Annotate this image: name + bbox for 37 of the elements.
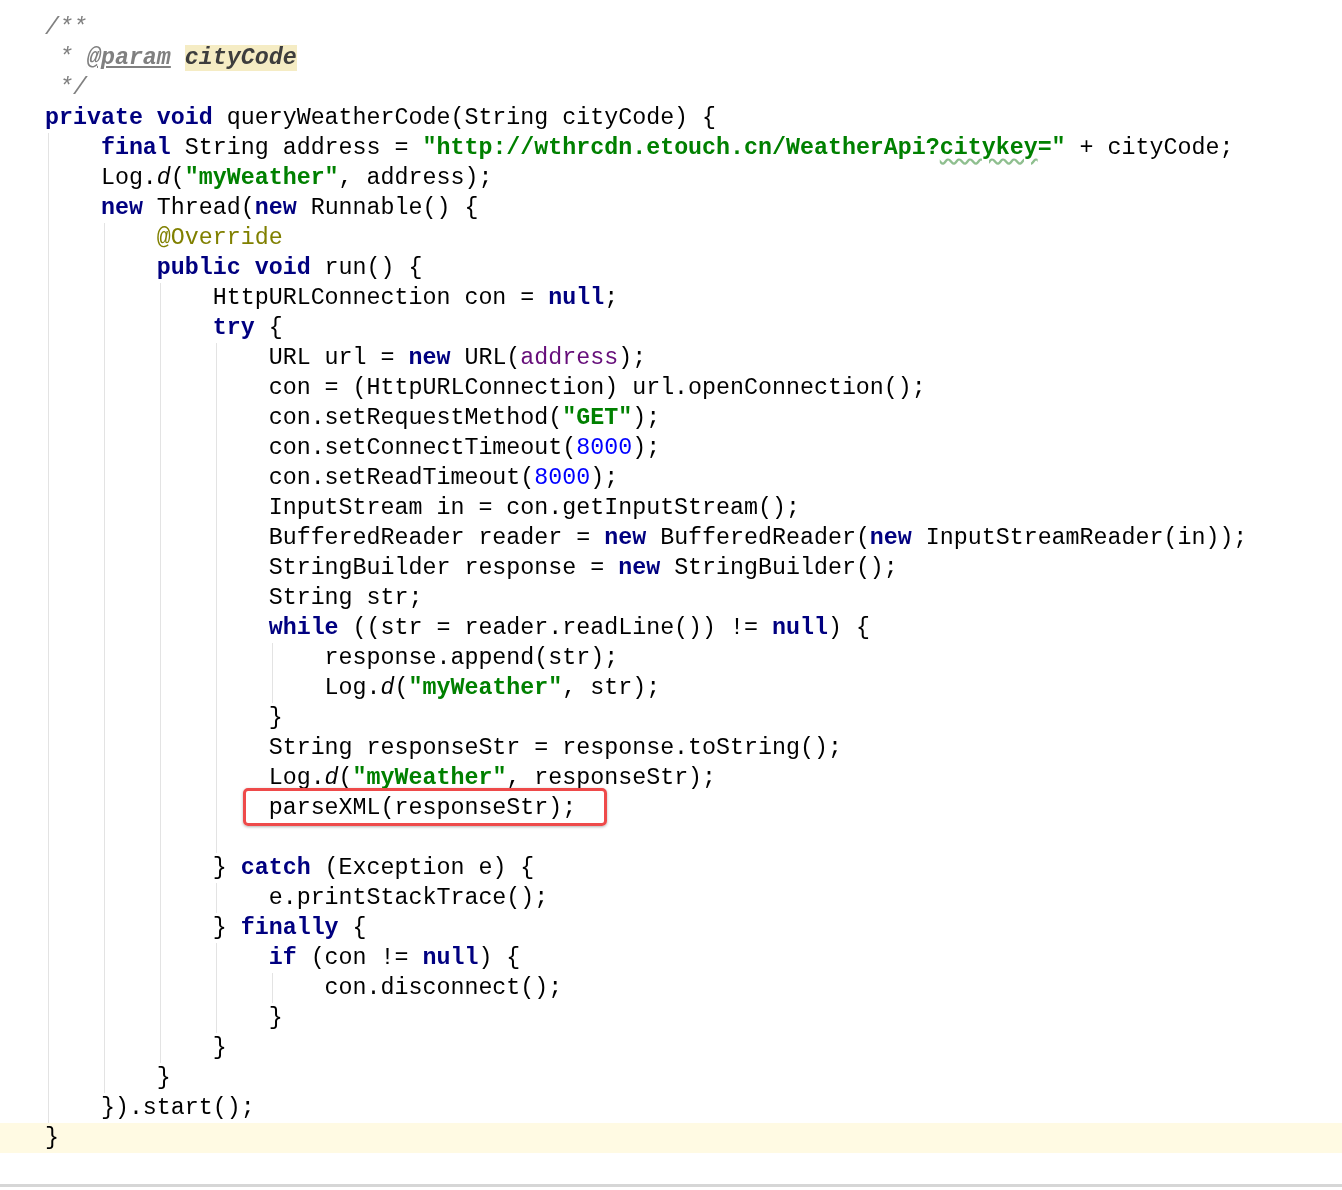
- code-line: URL url = new URL(address);: [267, 345, 647, 371]
- code-line: con = (HttpURLConnection) url.openConnection();: [267, 375, 926, 401]
- code-line: }).start();: [99, 1095, 255, 1121]
- code-line: String str;: [267, 585, 423, 611]
- code-line: @Override: [155, 225, 283, 251]
- code-line: InputStream in = con.getInputStream();: [267, 495, 800, 521]
- code-line: */: [57, 75, 87, 101]
- code-line: Log.d("myWeather", str);: [323, 675, 661, 701]
- code-line: con.setReadTimeout(8000);: [267, 465, 619, 491]
- code-line: StringBuilder response = new StringBuilder();: [267, 555, 898, 581]
- code-line: response.append(str);: [323, 645, 619, 671]
- code-line: } catch (Exception e) {: [211, 855, 535, 881]
- code-line: private void queryWeatherCode(String cityCode) {: [45, 105, 717, 131]
- code-line: final String address = "http://wthrcdn.etouch.cn/WeatherApi?citykey=" + cityCode;: [99, 135, 1234, 161]
- code-line: if (con != null) {: [267, 945, 521, 971]
- code-line: try {: [211, 315, 283, 341]
- code-line: * @param cityCode: [57, 45, 297, 71]
- code-line: }: [267, 705, 283, 731]
- code-line: con.setRequestMethod("GET");: [267, 405, 661, 431]
- code-line: BufferedReader reader = new BufferedReader(new InputStreamReader(in));: [267, 525, 1248, 551]
- code-line: String responseStr = response.toString();: [267, 735, 842, 761]
- code-line: public void run() {: [155, 255, 423, 281]
- code-line: while ((str = reader.readLine()) != null) {: [267, 615, 870, 641]
- code-line: parseXML(responseStr);: [267, 795, 577, 821]
- code-line: HttpURLConnection con = null;: [211, 285, 619, 311]
- code-line: con.disconnect();: [323, 975, 563, 1001]
- code-line: con.setConnectTimeout(8000);: [267, 435, 661, 461]
- code-line: e.printStackTrace();: [267, 885, 549, 911]
- code-line: }: [267, 1005, 283, 1031]
- code-line: }: [155, 1065, 171, 1091]
- code-line: new Thread(new Runnable() {: [99, 195, 479, 221]
- code-line: /**: [45, 15, 87, 41]
- code-line: Log.d("myWeather", address);: [99, 165, 493, 191]
- code-line: }: [45, 1125, 59, 1151]
- code-line: } finally {: [211, 915, 367, 941]
- code-line: Log.d("myWeather", responseStr);: [267, 765, 717, 791]
- code-line: }: [211, 1035, 227, 1061]
